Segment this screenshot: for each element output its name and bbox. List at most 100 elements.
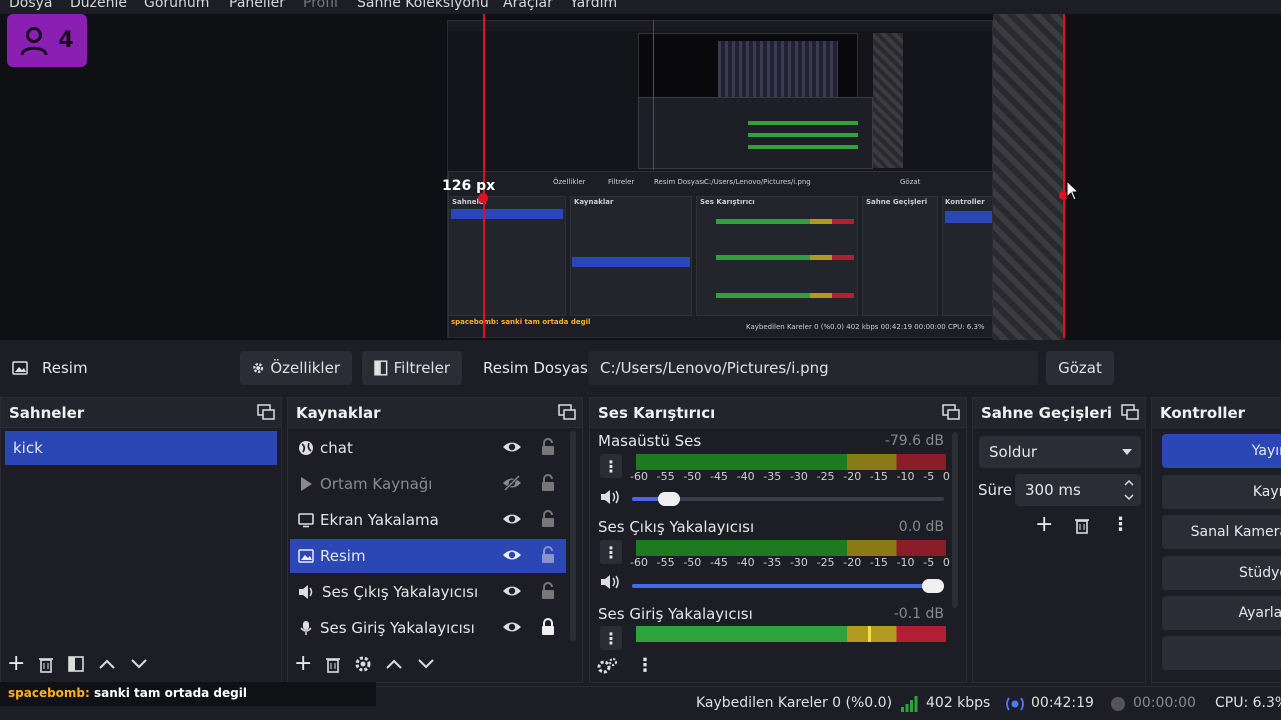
meter-tick-label: -45 (709, 556, 728, 569)
lock-icon[interactable] (540, 618, 556, 636)
menu-docks[interactable]: Paneller (229, 0, 285, 11)
filter-icon[interactable] (67, 655, 85, 673)
image-path-field[interactable]: C:/Users/Lenovo/Pictures/i.png (588, 351, 1038, 385)
meter-tick-label: -30 (789, 470, 808, 483)
spin-arrows-icon[interactable] (1123, 477, 1135, 503)
meter-tick-label: -50 (683, 556, 702, 569)
channel-menu-button[interactable]: ⋮ (600, 540, 622, 564)
unlock-icon[interactable] (540, 474, 556, 492)
menu-view[interactable]: Görünüm (144, 0, 209, 11)
meter-tick-label: -10 (896, 556, 915, 569)
properties-button[interactable]: Özellikler (240, 351, 352, 385)
speaker-icon[interactable] (600, 488, 622, 506)
nested-controls-title: Kontroller (945, 198, 985, 206)
mixer-channel-name: Ses Çıkış Yakalayıcısı (598, 518, 755, 536)
image-path-value: C:/Users/Lenovo/Pictures/i.png (600, 359, 829, 377)
source-item-image[interactable]: Resim (290, 539, 566, 573)
chevron-up-icon[interactable] (97, 657, 117, 671)
source-label: Ortam Kaynağı (320, 475, 433, 493)
filter-icon (374, 360, 388, 376)
menu-file[interactable]: Dosya (9, 0, 53, 11)
nested-toolbar-image-file: Resim Dosyası (654, 178, 705, 186)
eye-icon[interactable] (502, 583, 522, 599)
eye-hidden-icon[interactable] (502, 475, 522, 491)
gear-icon[interactable] (354, 655, 372, 673)
trash-icon[interactable] (1073, 516, 1091, 534)
source-item-media[interactable]: Ortam Kaynağı (290, 467, 566, 501)
start-recording-button[interactable]: Kayıt (1162, 475, 1281, 509)
volume-slider[interactable] (632, 492, 944, 506)
scenes-header: Sahneler (1, 398, 281, 428)
viewer-count: 4 (58, 28, 74, 53)
chevron-down-icon[interactable] (416, 657, 436, 671)
filters-button[interactable]: Filtreler (362, 351, 462, 385)
source-item-chat[interactable]: chat (290, 431, 566, 465)
menu-help[interactable]: Yardım (570, 0, 617, 11)
duration-spinbox[interactable]: 300 ms (1015, 474, 1141, 506)
undock-icon[interactable] (1121, 404, 1139, 420)
chevron-down-icon[interactable] (129, 657, 149, 671)
volume-slider-knob[interactable] (658, 492, 680, 506)
eye-icon[interactable] (502, 547, 522, 563)
speaker-icon[interactable] (600, 573, 622, 591)
studio-mode-button[interactable]: Stüdyo (1162, 556, 1281, 590)
transitions-header: Sahne Geçişleri (973, 398, 1145, 428)
meter-tick-label: -35 (763, 556, 782, 569)
add-icon[interactable]: + (294, 651, 312, 676)
add-icon[interactable]: + (1035, 512, 1053, 537)
source-item-audio-output[interactable]: Ses Çıkış Yakalayıcısı (290, 575, 566, 609)
image-file-label: Resim Dosyası (483, 359, 592, 377)
trash-icon[interactable] (324, 655, 342, 673)
start-streaming-button[interactable]: Yayın (1162, 434, 1281, 468)
meter-tick-label: -45 (709, 470, 728, 483)
add-icon[interactable]: + (7, 651, 25, 676)
volume-slider-knob[interactable] (922, 579, 944, 593)
unlock-icon[interactable] (540, 546, 556, 564)
mixer-header: Ses Karıştırıcı (590, 398, 966, 428)
undock-icon[interactable] (558, 404, 576, 420)
settings-button[interactable]: Ayarlar (1162, 596, 1281, 630)
undock-icon[interactable] (257, 404, 275, 420)
exit-button[interactable] (1162, 636, 1281, 670)
chevron-down-icon (1122, 449, 1132, 455)
chat-overlay: spacebomb: sanki tam ortada degil (0, 682, 376, 706)
transition-select[interactable]: Soldur (979, 436, 1141, 468)
eye-icon[interactable] (502, 619, 522, 635)
menu-edit[interactable]: Düzenle (70, 0, 127, 11)
distance-label: 126 px (442, 178, 496, 194)
nested-chat-message: spacebomb: sanki tam ortada degil (451, 318, 591, 326)
volume-slider[interactable] (632, 579, 944, 593)
menu-profile[interactable]: Profil (303, 0, 338, 11)
viewer-count-badge: 4 (7, 14, 87, 67)
source-item-screen-capture[interactable]: Ekran Yakalama (290, 503, 566, 537)
control-label: Kayıt (1252, 484, 1281, 500)
source-label: Resim (320, 547, 366, 565)
virtual-camera-button[interactable]: Sanal Kamera (1162, 515, 1281, 549)
channel-menu-button[interactable]: ⋮ (600, 626, 622, 650)
source-item-audio-input[interactable]: Ses Giriş Yakalayıcısı (290, 611, 566, 645)
bitrate: 402 kbps (926, 695, 991, 711)
gears-icon[interactable] (596, 657, 618, 675)
unlock-icon[interactable] (540, 510, 556, 528)
kebab-icon[interactable]: ⋮ (636, 655, 654, 676)
mixer-scrollbar[interactable] (952, 432, 958, 608)
channel-menu-button[interactable]: ⋮ (600, 454, 622, 478)
stream-time: 00:42:19 (1031, 695, 1094, 711)
red-guide-right (1063, 14, 1065, 338)
chevron-up-icon[interactable] (384, 657, 404, 671)
mixer-channel-db: -0.1 dB (893, 606, 944, 622)
kebab-icon[interactable]: ⋮ (1111, 514, 1129, 535)
menu-tools[interactable]: Araçlar (503, 0, 553, 11)
sources-scrollbar[interactable] (570, 431, 576, 641)
user-icon (20, 26, 48, 55)
unlock-icon[interactable] (540, 438, 556, 456)
scene-item-kick[interactable]: kick (5, 431, 277, 465)
undock-icon[interactable] (942, 404, 960, 420)
unlock-icon[interactable] (540, 582, 556, 600)
eye-icon[interactable] (502, 439, 522, 455)
eye-icon[interactable] (502, 511, 522, 527)
trash-icon[interactable] (37, 655, 55, 673)
browse-button[interactable]: Gözat (1046, 351, 1114, 385)
transition-selected: Soldur (989, 443, 1038, 461)
menu-scene-collection[interactable]: Sahne Koleksiyonu (357, 0, 489, 11)
